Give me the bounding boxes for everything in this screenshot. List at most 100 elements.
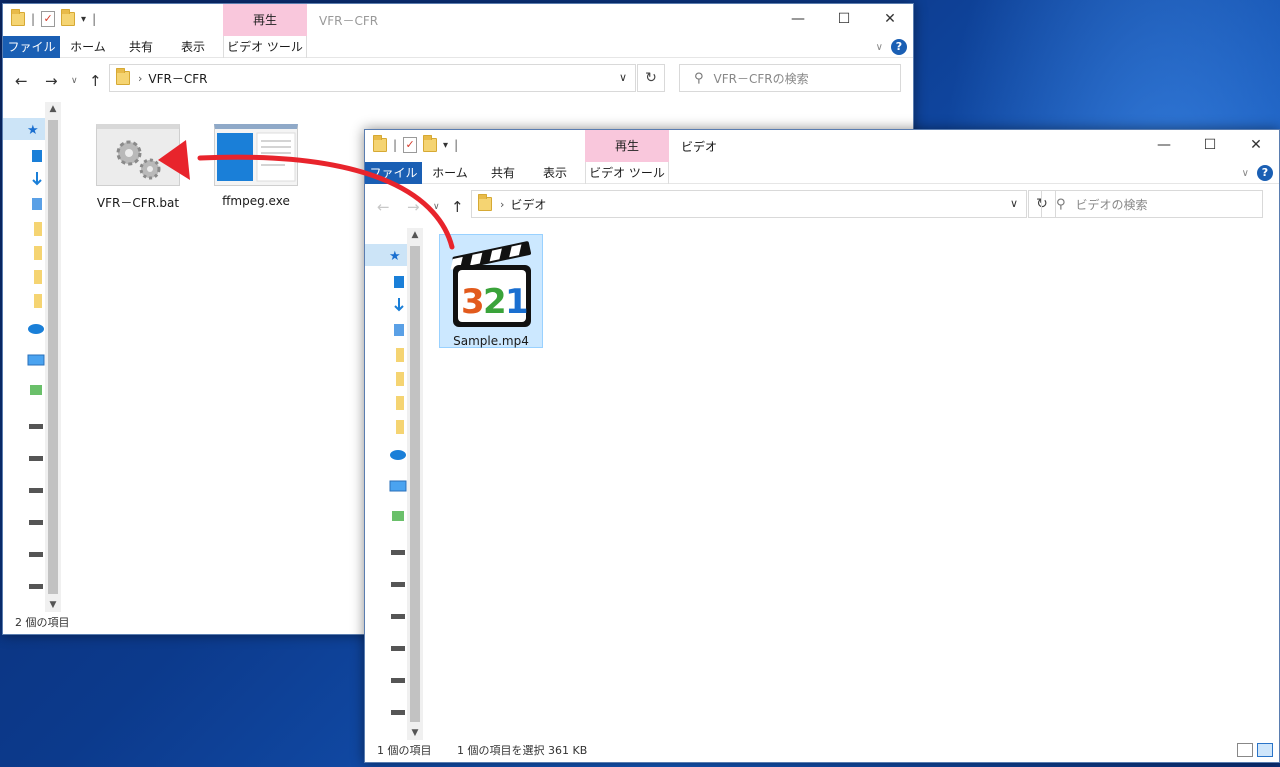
file-item-bat[interactable]: VFR－CFR.bat xyxy=(85,124,191,211)
up-arrow-icon[interactable]: ↑ xyxy=(89,72,102,90)
breadcrumb[interactable]: ビデオ xyxy=(510,196,546,213)
search-icon: ⚲ xyxy=(1056,196,1066,212)
item-count: 1 個の項目 xyxy=(377,744,432,757)
address-row: ← → ∨ ↑ › VFR－CFR ∨ ↻ ⚲ VFR－CFRの検索 xyxy=(3,58,913,102)
selection-info: 1 個の項目を選択 361 KB xyxy=(457,744,588,757)
search-placeholder: VFR－CFRの検索 xyxy=(713,71,809,86)
tab-video-tools[interactable]: ビデオ ツール xyxy=(585,162,669,184)
ribbon-right: ∨ ? xyxy=(876,39,907,55)
breadcrumb-separator-icon: › xyxy=(138,71,143,85)
properties-icon[interactable]: ✓ xyxy=(403,137,418,153)
tab-view[interactable]: 表示 xyxy=(166,36,220,58)
file-item-exe[interactable]: ffmpeg.exe xyxy=(203,124,309,208)
folder-icon[interactable] xyxy=(373,135,387,152)
drive-icon xyxy=(29,424,43,429)
new-folder-icon[interactable] xyxy=(61,9,76,26)
onedrive-cloud-icon xyxy=(390,450,406,460)
quick-access-star-icon: ★ xyxy=(27,123,39,138)
scrollbar-thumb[interactable] xyxy=(410,246,420,722)
tab-home[interactable]: ホーム xyxy=(422,162,478,184)
search-box[interactable]: ⚲ VFR－CFRの検索 xyxy=(679,64,901,92)
breadcrumb[interactable]: VFR－CFR xyxy=(148,70,207,87)
context-tab-play[interactable]: 再生 xyxy=(223,4,307,36)
address-dropdown-icon[interactable]: ∨ xyxy=(1010,197,1018,210)
back-arrow-icon[interactable]: ← xyxy=(15,72,28,90)
drive-icon xyxy=(391,582,405,587)
recent-locations-icon[interactable]: ∨ xyxy=(433,202,440,212)
tab-file[interactable]: ファイル xyxy=(3,36,60,58)
search-placeholder: ビデオの検索 xyxy=(1075,197,1148,212)
forward-arrow-icon[interactable]: → xyxy=(407,198,420,216)
drive-icon xyxy=(391,678,405,683)
drive-icon xyxy=(29,488,43,493)
search-box[interactable]: ⚲ ビデオの検索 xyxy=(1041,190,1263,218)
media-player-clapper-321-icon: 3 2 1 xyxy=(440,239,542,334)
address-bar[interactable]: › VFR－CFR ∨ xyxy=(109,64,636,92)
details-view-icon[interactable] xyxy=(1237,743,1253,757)
this-pc-icon xyxy=(27,354,45,366)
expand-ribbon-icon[interactable]: ∨ xyxy=(876,42,883,53)
folder-icon xyxy=(34,270,42,284)
file-name: ffmpeg.exe xyxy=(222,194,290,208)
file-item-mp4[interactable]: 3 2 1 Sample.mp4 xyxy=(439,234,543,348)
scrollbar-thumb[interactable] xyxy=(48,120,58,594)
exe-window-icon xyxy=(214,124,298,186)
scroll-down-icon[interactable]: ▼ xyxy=(407,728,423,738)
tab-file[interactable]: ファイル xyxy=(365,162,422,184)
refresh-icon[interactable]: ↻ xyxy=(637,64,665,92)
help-icon[interactable]: ? xyxy=(891,39,907,55)
address-bar[interactable]: › ビデオ ∨ xyxy=(471,190,1027,218)
customize-toolbar-icon[interactable]: ▾ xyxy=(81,14,86,25)
folder-icon xyxy=(396,372,404,386)
maximize-icon[interactable]: ☐ xyxy=(821,4,867,34)
window-title: VFR－CFR xyxy=(319,14,379,28)
scroll-up-icon[interactable]: ▲ xyxy=(407,230,423,240)
drive-icon xyxy=(29,520,43,525)
tab-video-tools[interactable]: ビデオ ツール xyxy=(223,36,307,58)
quick-access-star-icon: ★ xyxy=(389,249,401,264)
minimize-icon[interactable]: — xyxy=(1141,130,1187,160)
close-icon[interactable]: ✕ xyxy=(1233,130,1279,160)
file-list: 3 2 1 Sample.mp4 xyxy=(425,228,1279,740)
close-icon[interactable]: ✕ xyxy=(867,4,913,34)
nav-icons: ★ xyxy=(27,123,45,589)
nav-scrollbar[interactable]: ▲ ▼ xyxy=(407,228,423,740)
customize-toolbar-icon[interactable]: ▾ xyxy=(443,140,448,151)
window-title: ビデオ xyxy=(681,140,718,154)
scroll-down-icon[interactable]: ▼ xyxy=(45,600,61,610)
tab-share[interactable]: 共有 xyxy=(116,36,166,58)
expand-ribbon-icon[interactable]: ∨ xyxy=(1242,168,1249,179)
folder-icon[interactable] xyxy=(11,9,25,26)
large-icons-view-icon[interactable] xyxy=(1257,743,1273,757)
this-pc-icon xyxy=(389,480,407,492)
title-bar: | ✓ ▾ | 再生 VFR－CFR — ☐ ✕ xyxy=(3,4,913,36)
batch-file-gears-icon xyxy=(96,124,180,186)
folder-icon xyxy=(34,246,42,260)
help-icon[interactable]: ? xyxy=(1257,165,1273,181)
folder-icon xyxy=(396,420,404,434)
context-tab-play[interactable]: 再生 xyxy=(585,130,669,162)
forward-arrow-icon[interactable]: → xyxy=(45,72,58,90)
properties-icon[interactable]: ✓ xyxy=(41,11,56,27)
maximize-icon[interactable]: ☐ xyxy=(1187,130,1233,160)
minimize-icon[interactable]: — xyxy=(775,4,821,34)
new-folder-icon[interactable] xyxy=(423,135,438,152)
caption-buttons: — ☐ ✕ xyxy=(1141,130,1279,160)
address-dropdown-icon[interactable]: ∨ xyxy=(619,71,627,84)
navigation-pane: ★ ▲ ▼ xyxy=(365,228,423,740)
recent-locations-icon[interactable]: ∨ xyxy=(71,76,78,86)
tab-share[interactable]: 共有 xyxy=(478,162,528,184)
onedrive-cloud-icon xyxy=(28,324,44,334)
back-arrow-icon[interactable]: ← xyxy=(377,198,390,216)
file-name: Sample.mp4 xyxy=(453,334,529,348)
explorer-window-videos: | ✓ ▾ | 再生 ビデオ — ☐ ✕ ファイル ホーム 共有 表示 ビデオ … xyxy=(364,129,1280,763)
up-arrow-icon[interactable]: ↑ xyxy=(451,198,464,216)
folder-icon xyxy=(116,68,130,85)
scroll-up-icon[interactable]: ▲ xyxy=(45,104,61,114)
tab-view[interactable]: 表示 xyxy=(528,162,582,184)
documents-icon xyxy=(32,198,42,210)
nav-scrollbar[interactable]: ▲ ▼ xyxy=(45,102,61,612)
tab-home[interactable]: ホーム xyxy=(60,36,116,58)
svg-text:1: 1 xyxy=(505,282,529,322)
drive-icon xyxy=(29,584,43,589)
